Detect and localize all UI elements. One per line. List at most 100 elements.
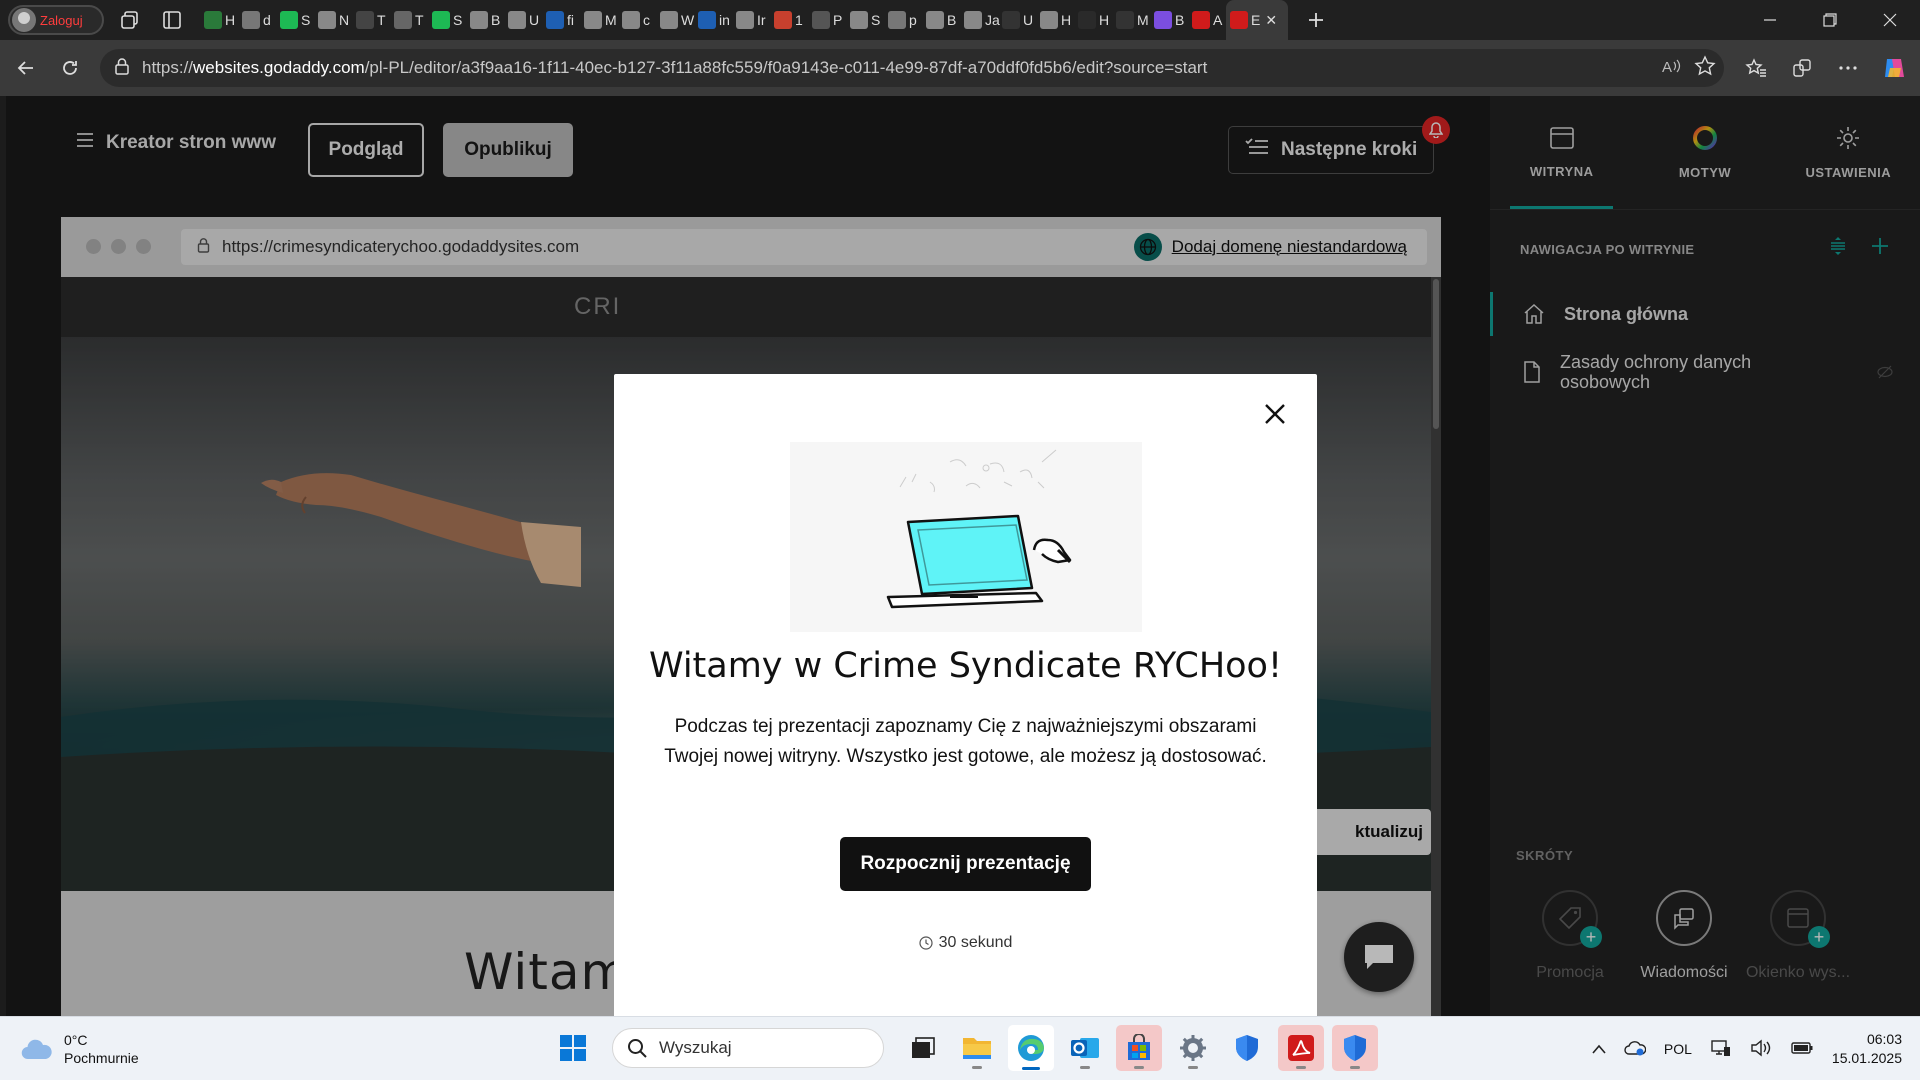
browser-tab[interactable]: A [1188, 4, 1226, 36]
close-modal-icon[interactable] [1257, 396, 1293, 432]
language-indicator[interactable]: POL [1664, 1041, 1692, 1057]
battery-icon[interactable] [1790, 1040, 1814, 1059]
reorder-icon[interactable] [1828, 236, 1848, 261]
new-tab-button[interactable] [1300, 4, 1332, 36]
shortcut-popup[interactable]: + Okienko wys... [1738, 890, 1858, 982]
preview-scrollbar[interactable] [1431, 277, 1441, 1017]
next-steps-button[interactable]: Następne kroki [1228, 126, 1434, 174]
publish-button[interactable]: Opublikuj [443, 123, 573, 177]
microsoft-store-icon[interactable] [1116, 1025, 1162, 1071]
edge-browser-icon[interactable] [1008, 1025, 1054, 1071]
lock-icon[interactable] [114, 57, 130, 80]
tab-label: N [339, 12, 350, 28]
tab-favicon [1154, 11, 1172, 29]
browser-tab[interactable]: S [846, 4, 884, 36]
security-shield-icon[interactable] [1332, 1025, 1378, 1071]
tab-ustawienia[interactable]: USTAWIENIA [1777, 96, 1920, 209]
browser-tab[interactable]: c [618, 4, 656, 36]
browser-tab[interactable]: Ir [732, 4, 770, 36]
browser-tab[interactable]: B [922, 4, 960, 36]
browser-tab[interactable]: T [352, 4, 390, 36]
browser-tab[interactable]: H [1036, 4, 1074, 36]
restore-icon[interactable] [1800, 0, 1860, 40]
add-custom-domain-link[interactable]: Dodaj domenę niestandardową [1133, 229, 1407, 265]
browser-tab[interactable]: Ja [960, 4, 1000, 36]
nav-page-home[interactable]: Strona główna [1490, 292, 1920, 336]
shortcut-promotion[interactable]: + Promocja [1510, 890, 1630, 982]
site-logo: CRI [574, 293, 622, 320]
notification-bell-icon[interactable] [1422, 116, 1450, 144]
profile-button[interactable]: Zaloguj [8, 5, 104, 35]
start-tour-button[interactable]: Rozpocznij prezentację [840, 837, 1091, 891]
hamburger-icon [76, 132, 94, 154]
minimize-icon[interactable] [1740, 0, 1800, 40]
browser-tab[interactable]: p [884, 4, 922, 36]
browser-tab[interactable]: B [1150, 4, 1188, 36]
outlook-icon[interactable] [1062, 1025, 1108, 1071]
start-windows-icon[interactable] [550, 1025, 596, 1071]
back-icon[interactable] [8, 50, 44, 86]
workspaces-icon[interactable] [114, 4, 146, 36]
window-dots [86, 239, 151, 254]
browser-tab[interactable]: W [656, 4, 694, 36]
chat-button[interactable] [1344, 922, 1414, 992]
acrobat-icon[interactable] [1278, 1025, 1324, 1071]
close-window-icon[interactable] [1860, 0, 1920, 40]
tab-motyw[interactable]: MOTYW [1633, 96, 1776, 209]
read-aloud-icon[interactable]: A [1660, 56, 1682, 81]
file-explorer-icon[interactable] [954, 1025, 1000, 1071]
vertical-tabs-icon[interactable] [156, 4, 188, 36]
favorite-star-icon[interactable] [1694, 54, 1716, 82]
browser-tab[interactable]: fi [542, 4, 580, 36]
browser-tab[interactable]: H [200, 4, 238, 36]
browser-tab[interactable]: B [466, 4, 504, 36]
browser-tab[interactable]: M [580, 4, 618, 36]
collections-icon[interactable] [1784, 50, 1820, 86]
address-bar[interactable]: https://websites.godaddy.com/pl-PL/edito… [100, 49, 1724, 87]
browser-tab[interactable]: U [998, 4, 1036, 36]
browser-tab[interactable]: H [1074, 4, 1112, 36]
defender-shield-icon[interactable] [1224, 1025, 1270, 1071]
nav-page-privacy[interactable]: Zasady ochrony danych osobowych [1490, 343, 1920, 401]
nav-page-label: Zasady ochrony danych osobowych [1560, 352, 1752, 392]
cloud-icon [21, 1039, 52, 1060]
favorites-icon[interactable] [1738, 50, 1774, 86]
more-options-icon[interactable] [1830, 50, 1866, 86]
browser-tab[interactable]: in [694, 4, 732, 36]
browser-tab[interactable]: P [808, 4, 846, 36]
preview-button[interactable]: Podgląd [308, 123, 424, 177]
task-view-icon[interactable] [900, 1025, 946, 1071]
browser-tab[interactable]: M [1112, 4, 1150, 36]
tab-active[interactable]: E ✕ [1226, 0, 1288, 40]
hidden-eye-icon[interactable] [1876, 365, 1894, 379]
weather-widget[interactable]: 0°C Pochmurnie [20, 1031, 139, 1067]
clock[interactable]: 06:03 15.01.2025 [1832, 1030, 1902, 1068]
update-button[interactable]: ktualizuj [1311, 809, 1431, 855]
browser-tab[interactable]: T [390, 4, 428, 36]
chevron-up-icon[interactable] [1592, 1041, 1606, 1057]
refresh-icon[interactable] [52, 50, 88, 86]
browser-tab[interactable]: N [314, 4, 352, 36]
browser-tab[interactable]: S [428, 4, 466, 36]
site-header[interactable]: CRI [61, 277, 1431, 337]
tab-favicon [356, 11, 374, 29]
tab-favicon [888, 11, 906, 29]
onedrive-sync-icon[interactable] [1624, 1039, 1647, 1060]
close-tab-icon[interactable]: ✕ [1265, 12, 1277, 29]
tab-label: H [225, 12, 236, 28]
shortcut-messages[interactable]: Wiadomości [1624, 890, 1744, 982]
browser-tab[interactable]: U [504, 4, 542, 36]
browser-tab[interactable]: d [238, 4, 276, 36]
tab-witryna[interactable]: WITRYNA [1490, 96, 1633, 209]
browser-tab[interactable]: S [276, 4, 314, 36]
settings-gear-icon[interactable] [1170, 1025, 1216, 1071]
volume-icon[interactable] [1750, 1039, 1772, 1060]
browser-tab[interactable]: 1 [770, 4, 808, 36]
copilot-icon[interactable] [1876, 50, 1912, 86]
tab-label: H [1099, 12, 1110, 28]
taskbar-search[interactable]: Wyszukaj [612, 1028, 884, 1068]
tour-duration: 30 sekund [614, 934, 1317, 952]
network-icon[interactable] [1710, 1039, 1732, 1060]
site-builder-menu[interactable]: Kreator stron www [76, 132, 276, 154]
add-page-icon[interactable] [1870, 236, 1890, 261]
